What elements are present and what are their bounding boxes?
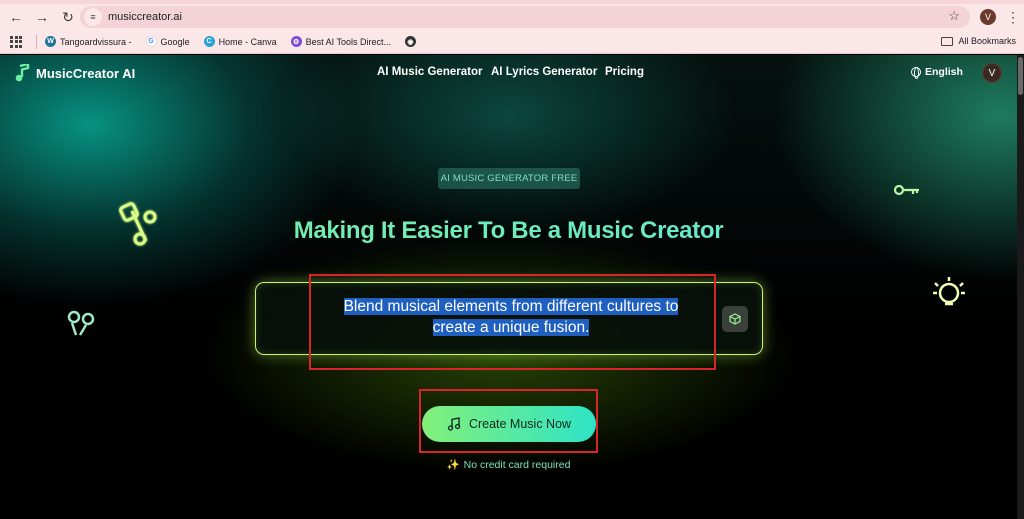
all-bookmarks-label: All Bookmarks <box>958 36 1016 46</box>
annotation-highlight-cta <box>419 389 598 453</box>
browser-menu-icon[interactable]: ⋮ <box>1006 8 1020 26</box>
all-bookmarks[interactable]: All Bookmarks <box>941 36 1016 46</box>
scrollbar-thumb[interactable] <box>1018 57 1023 95</box>
bookmark-canva[interactable]: C Home - Canva <box>203 36 277 47</box>
bookmark-best-ai-tools[interactable]: ⚙ Best AI Tools Direct... <box>290 36 391 47</box>
nav-ai-music-generator[interactable]: AI Music Generator <box>377 66 482 78</box>
language-selector[interactable]: English <box>911 66 963 79</box>
site-header: MusicCreator AI AI Music Generator AI Ly… <box>0 55 1017 91</box>
bookmark-label: Tangoardvissura - <box>60 36 132 47</box>
page-scrollbar[interactable] <box>1017 55 1024 519</box>
url-text[interactable]: musiccreator.ai <box>108 11 182 23</box>
sparkle-icon: ✨ <box>446 459 460 471</box>
user-avatar[interactable]: V <box>982 63 1002 83</box>
bookmark-globe[interactable]: ◉ <box>404 36 420 47</box>
no-credit-card-note: ✨ No credit card required <box>0 458 1017 471</box>
profile-avatar[interactable]: V <box>980 9 996 25</box>
dice-icon <box>729 313 741 325</box>
globe-icon: ◉ <box>404 36 416 47</box>
ai-tools-icon: ⚙ <box>290 36 302 47</box>
site-logo[interactable]: MusicCreator AI <box>14 64 135 82</box>
site-settings-icon[interactable]: ≡ <box>84 8 102 26</box>
address-bar[interactable]: ≡ musiccreator.ai ☆ <box>80 6 970 28</box>
no-credit-label: No credit card required <box>463 459 571 471</box>
bookmark-star-icon[interactable]: ☆ <box>948 8 960 24</box>
bookmark-tangoardvissura[interactable]: W Tangoardvissura - <box>45 36 132 47</box>
browser-toolbar: ← → ↻ ≡ musiccreator.ai ☆ V ⋮ <box>0 4 1024 30</box>
annotation-highlight-prompt <box>309 274 716 370</box>
bookmark-label: Best AI Tools Direct... <box>305 36 391 47</box>
lightbulb-deco-icon <box>933 277 965 306</box>
back-icon[interactable]: ← <box>4 6 28 28</box>
canva-icon: C <box>203 36 215 47</box>
wordpress-icon: W <box>45 36 56 47</box>
bookmarks-separator <box>36 34 37 49</box>
bookmarks-bar: W Tangoardvissura - G Google C Home - Ca… <box>0 30 1024 54</box>
random-prompt-button[interactable] <box>722 306 748 332</box>
google-icon: G <box>145 36 157 47</box>
music-glyph-deco-icon <box>67 310 95 336</box>
bookmark-label: Google <box>160 36 190 47</box>
page-viewport: MusicCreator AI AI Music Generator AI Ly… <box>0 55 1017 519</box>
hero-headline: Making It Easier To Be a Music Creator <box>0 217 1017 245</box>
bookmark-label: Home - Canva <box>218 36 277 47</box>
apps-grid-icon[interactable] <box>10 35 24 49</box>
bookmark-google[interactable]: G Google <box>145 36 190 47</box>
hero-badge: AI MUSIC GENERATOR FREE <box>438 168 580 189</box>
folder-icon <box>941 36 954 46</box>
music-note-logo-icon <box>15 64 30 82</box>
forward-icon[interactable]: → <box>30 6 54 28</box>
language-label: English <box>925 66 963 78</box>
logo-text: MusicCreator AI <box>36 65 136 81</box>
nav-pricing[interactable]: Pricing <box>605 66 644 78</box>
globe-icon <box>911 67 921 79</box>
key-deco-icon <box>893 184 919 196</box>
reload-icon[interactable]: ↻ <box>56 6 80 28</box>
nav-ai-lyrics-generator[interactable]: AI Lyrics Generator <box>491 66 597 78</box>
